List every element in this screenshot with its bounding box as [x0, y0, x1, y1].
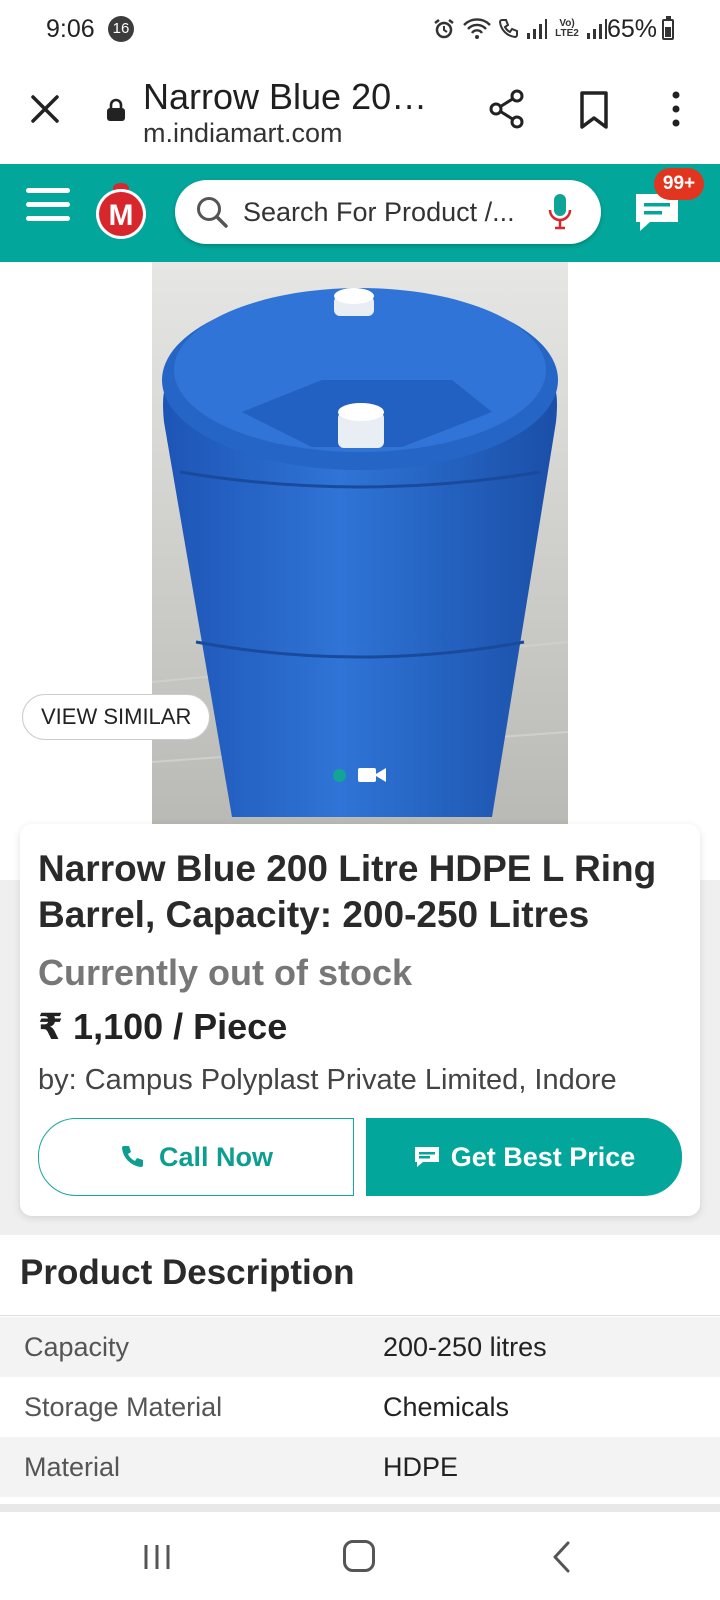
divider: [0, 1504, 720, 1512]
status-time: 9:06: [46, 15, 95, 43]
search-icon: [197, 197, 228, 228]
system-navigation-bar: [0, 1512, 720, 1600]
indiamart-logo[interactable]: M: [92, 178, 150, 240]
logo-letter: M: [109, 199, 134, 232]
message-count-badge[interactable]: 99+: [654, 168, 704, 200]
description-heading: Product Description: [20, 1253, 355, 1292]
product-title: Narrow Blue 200 Litre HDPE L Ring Barrel…: [38, 848, 657, 935]
close-tab-icon[interactable]: [22, 86, 68, 132]
menu-icon[interactable]: [26, 188, 70, 224]
back-icon[interactable]: [550, 1540, 574, 1574]
product-description: Product Description Capacity 200-250 lit…: [0, 1235, 720, 1505]
product-price: ₹ 1,100 / Piece: [38, 1006, 288, 1047]
notification-count-badge: 16: [108, 16, 134, 42]
microphone-icon[interactable]: [547, 192, 573, 232]
spec-row: Capacity 200-250 litres: [0, 1317, 720, 1377]
video-icon[interactable]: [358, 766, 386, 784]
spec-key: Material: [24, 1452, 121, 1482]
chat-icon: [414, 1147, 439, 1167]
browser-toolbar: Narrow Blue 20… m.indiamart.com: [0, 58, 720, 164]
network-type-label: Vo) LTE2: [555, 18, 579, 39]
stock-status: Currently out of stock: [38, 952, 413, 993]
page-title[interactable]: Narrow Blue 20…: [143, 76, 443, 118]
lock-icon: [107, 98, 125, 121]
get-best-price-label: Get Best Price: [450, 1141, 636, 1172]
share-icon[interactable]: [484, 86, 530, 132]
call-now-label: Call Now: [158, 1141, 273, 1172]
home-icon[interactable]: [343, 1540, 375, 1572]
get-best-price-button[interactable]: Get Best Price: [366, 1118, 682, 1196]
signal-bars-icon-2: [587, 19, 607, 39]
product-card: Narrow Blue 200 Litre HDPE L Ring Barrel…: [20, 824, 700, 1216]
call-signal-icon: [498, 19, 518, 39]
call-now-button[interactable]: Call Now: [38, 1118, 354, 1196]
spec-value: 200-250 litres: [383, 1332, 547, 1362]
page-url[interactable]: m.indiamart.com: [143, 118, 343, 149]
spec-row: Material HDPE: [0, 1437, 720, 1497]
spec-value: Chemicals: [383, 1392, 510, 1422]
search-input[interactable]: Search For Product /...: [243, 197, 523, 228]
spec-key: Storage Material: [24, 1392, 223, 1422]
spec-table: Capacity 200-250 litres Storage Material…: [0, 1317, 720, 1497]
signal-bars-icon: [527, 19, 547, 39]
divider: [0, 1315, 720, 1316]
status-bar: 9:06 16 Vo) LTE2 65%: [0, 0, 720, 58]
status-icons: Vo) LTE2: [432, 17, 608, 41]
battery-percent: 65%: [607, 15, 658, 43]
view-similar-button[interactable]: VIEW SIMILAR: [22, 694, 211, 740]
product-image-carousel[interactable]: VIEW SIMILAR: [0, 262, 720, 824]
wifi-icon: [463, 18, 491, 39]
spec-key: Capacity: [24, 1332, 130, 1362]
bookmark-icon[interactable]: [574, 88, 614, 132]
spec-value: HDPE: [383, 1452, 459, 1482]
more-options-icon[interactable]: [656, 86, 696, 132]
alarm-icon: [434, 19, 454, 39]
search-bar[interactable]: Search For Product /...: [175, 180, 601, 244]
carousel-dot-active[interactable]: [333, 769, 346, 782]
seller-info[interactable]: by: Campus Polyplast Private Limited, In…: [38, 1064, 617, 1097]
phone-icon: [121, 1146, 143, 1167]
app-header: M Search For Product /... 99+: [0, 164, 720, 262]
product-image[interactable]: [152, 262, 568, 824]
recent-apps-icon[interactable]: [142, 1542, 172, 1572]
battery-icon: [662, 16, 674, 40]
spec-row: Storage Material Chemicals: [0, 1377, 720, 1437]
